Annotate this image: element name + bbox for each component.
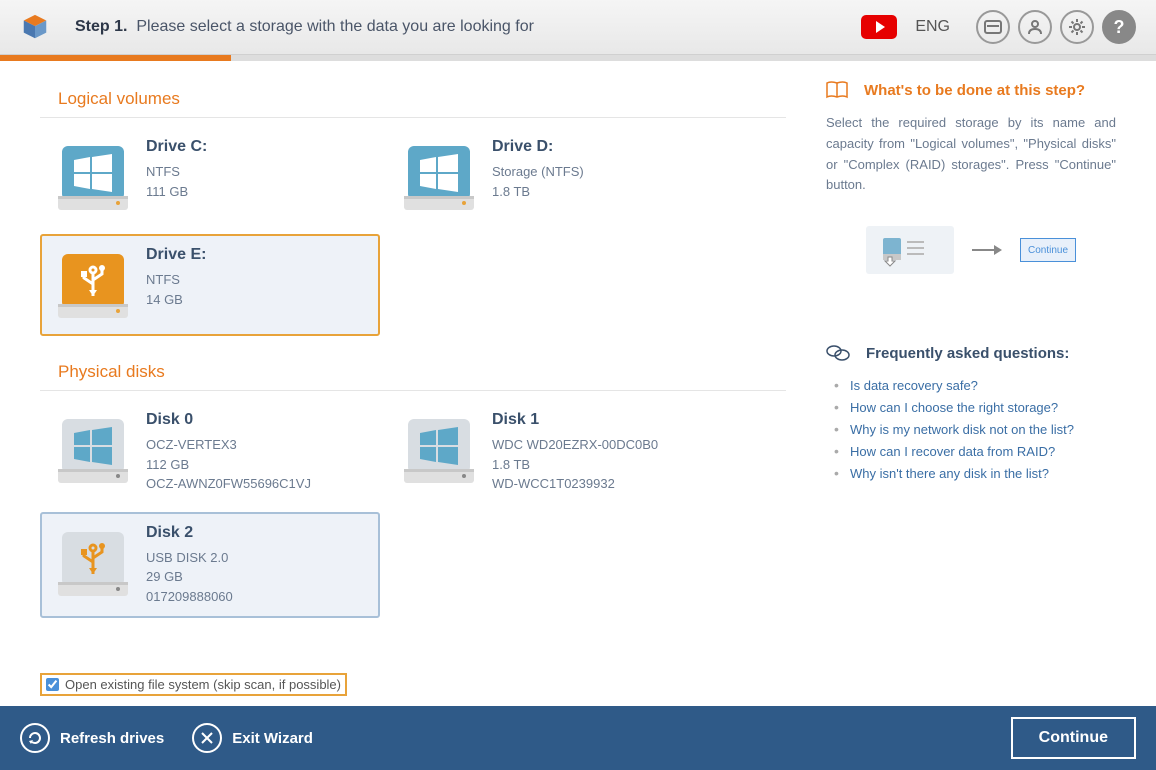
physical-disk-card[interactable]: Disk 2 USB DISK 2.0 29 GB 017209888060: [40, 512, 380, 619]
disk-serial: WD-WCC1T0239932: [492, 474, 658, 494]
close-icon: [192, 723, 222, 753]
disk-size: 1.8 TB: [492, 455, 658, 475]
card-icon-button[interactable]: [976, 10, 1010, 44]
refresh-icon: [20, 723, 50, 753]
refresh-drives-button[interactable]: Refresh drives: [20, 723, 164, 753]
drive-size: 14 GB: [146, 290, 206, 310]
faq-link[interactable]: Is data recovery safe?: [850, 378, 978, 393]
book-icon: [826, 81, 848, 99]
continue-button[interactable]: Continue: [1011, 717, 1136, 759]
drive-fs: NTFS: [146, 162, 207, 182]
help-illustration: Continue: [826, 226, 1116, 274]
faq-item: How can I choose the right storage?: [826, 396, 1116, 418]
help-panel: What's to be done at this step? Select t…: [816, 81, 1116, 696]
help-heading: What's to be done at this step?: [826, 81, 1116, 99]
header-bar: Step 1. Please select a storage with the…: [0, 0, 1156, 55]
help-icon-button[interactable]: ?: [1102, 10, 1136, 44]
language-button[interactable]: ENG: [915, 18, 950, 36]
faq-item: Is data recovery safe?: [826, 374, 1116, 396]
continue-illust-button: Continue: [1020, 238, 1076, 262]
logical-volume-card[interactable]: Drive D: Storage (NTFS) 1.8 TB: [386, 126, 726, 228]
disk-serial: OCZ-AWNZ0FW55696C1VJ: [146, 474, 311, 494]
main-area: Logical volumes Drive C: NTFS 111 GB Dri…: [0, 61, 1156, 706]
usb-disk-icon: [54, 524, 132, 602]
storage-list-panel: Logical volumes Drive C: NTFS 111 GB Dri…: [40, 81, 816, 696]
drive-title: Drive D:: [492, 138, 584, 156]
logical-volume-card[interactable]: Drive C: NTFS 111 GB: [40, 126, 380, 228]
physical-disks-heading: Physical disks: [40, 354, 786, 391]
logical-volumes-grid: Drive C: NTFS 111 GB Drive D: Storage (N…: [40, 126, 786, 336]
windows-disk-icon: [400, 411, 478, 489]
step-title: Step 1. Please select a storage with the…: [75, 18, 534, 36]
settings-icon-button[interactable]: [1060, 10, 1094, 44]
drive-size: 111 GB: [146, 182, 207, 202]
logical-volumes-heading: Logical volumes: [40, 81, 786, 118]
faq-link[interactable]: How can I choose the right storage?: [850, 400, 1058, 415]
help-text: Select the required storage by its name …: [826, 113, 1116, 196]
chat-icon: [826, 344, 850, 362]
open-existing-checkbox-row[interactable]: Open existing file system (skip scan, if…: [40, 673, 347, 696]
faq-list: Is data recovery safe? How can I choose t…: [826, 374, 1116, 484]
usb-drive-icon: [54, 246, 132, 324]
windows-drive-icon: [400, 138, 478, 216]
physical-disk-card[interactable]: Disk 1 WDC WD20EZRX-00DC0B0 1.8 TB WD-WC…: [386, 399, 726, 506]
windows-drive-icon: [54, 138, 132, 216]
drive-title: Drive E:: [146, 246, 206, 264]
logical-volume-card[interactable]: Drive E: NTFS 14 GB: [40, 234, 380, 336]
drive-size: 1.8 TB: [492, 182, 584, 202]
youtube-button[interactable]: [861, 15, 897, 39]
faq-link[interactable]: Why isn't there any disk in the list?: [850, 466, 1049, 481]
open-existing-checkbox[interactable]: [46, 678, 59, 691]
faq-link[interactable]: Why is my network disk not on the list?: [850, 422, 1074, 437]
disk-model: WDC WD20EZRX-00DC0B0: [492, 435, 658, 455]
open-existing-label: Open existing file system (skip scan, if…: [65, 677, 341, 692]
physical-disks-grid: Disk 0 OCZ-VERTEX3 112 GB OCZ-AWNZ0FW556…: [40, 399, 786, 618]
faq-item: Why is my network disk not on the list?: [826, 418, 1116, 440]
disk-model: USB DISK 2.0: [146, 548, 233, 568]
app-logo-icon: [20, 12, 50, 42]
exit-wizard-button[interactable]: Exit Wizard: [192, 723, 313, 753]
drive-title: Drive C:: [146, 138, 207, 156]
disk-model: OCZ-VERTEX3: [146, 435, 311, 455]
user-icon-button[interactable]: [1018, 10, 1052, 44]
drive-fs: Storage (NTFS): [492, 162, 584, 182]
footer-bar: Refresh drives Exit Wizard Continue: [0, 706, 1156, 770]
disk-size: 112 GB: [146, 455, 311, 475]
disk-title: Disk 1: [492, 411, 658, 429]
disk-title: Disk 2: [146, 524, 233, 542]
faq-link[interactable]: How can I recover data from RAID?: [850, 444, 1055, 459]
faq-item: Why isn't there any disk in the list?: [826, 462, 1116, 484]
disk-serial: 017209888060: [146, 587, 233, 607]
disk-size: 29 GB: [146, 567, 233, 587]
arrow-right-icon: [972, 243, 1002, 257]
faq-item: How can I recover data from RAID?: [826, 440, 1116, 462]
drive-fs: NTFS: [146, 270, 206, 290]
disk-title: Disk 0: [146, 411, 311, 429]
faq-heading: Frequently asked questions:: [826, 344, 1116, 362]
windows-disk-icon: [54, 411, 132, 489]
physical-disk-card[interactable]: Disk 0 OCZ-VERTEX3 112 GB OCZ-AWNZ0FW556…: [40, 399, 380, 506]
